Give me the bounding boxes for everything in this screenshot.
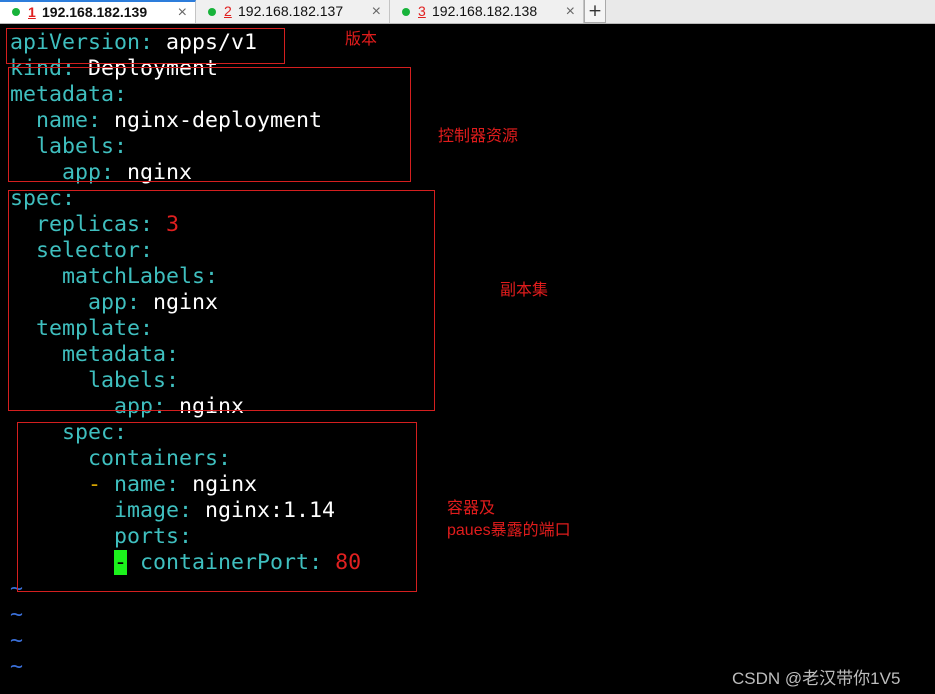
tab-session-1[interactable]: 1 192.168.182.139 ×	[0, 0, 196, 23]
tab-host: 192.168.182.138	[432, 3, 538, 19]
tab-host: 192.168.182.137	[238, 3, 344, 19]
version-highlight-box	[6, 28, 285, 64]
empty-line-marker: ~	[10, 602, 24, 627]
connected-status-icon	[12, 8, 20, 16]
new-tab-button[interactable]: +	[584, 0, 606, 23]
plus-icon: +	[587, 1, 603, 21]
empty-line-marker: ~	[10, 628, 24, 653]
tab-session-2[interactable]: 2 192.168.182.137 ×	[196, 0, 390, 23]
connected-status-icon	[208, 8, 216, 16]
annotation-controller: 控制器资源	[438, 128, 519, 145]
controller-highlight-box	[8, 67, 411, 182]
connected-status-icon	[402, 8, 410, 16]
close-tab-icon[interactable]: ×	[372, 0, 381, 23]
tab-session-3[interactable]: 3 192.168.182.138 ×	[390, 0, 584, 23]
tab-host: 192.168.182.139	[42, 4, 148, 20]
annotation-container-line1: 容器及	[447, 500, 496, 517]
close-tab-icon[interactable]: ×	[178, 2, 187, 23]
replicaset-highlight-box	[8, 190, 435, 411]
close-tab-icon[interactable]: ×	[566, 0, 575, 23]
annotation-replicaset: 副本集	[500, 282, 549, 299]
annotation-version: 版本	[345, 31, 378, 48]
tab-number: 1	[28, 4, 36, 20]
empty-line-marker: ~	[10, 654, 24, 679]
tab-bar: 1 192.168.182.139 × 2 192.168.182.137 × …	[0, 0, 935, 24]
annotation-container-line2: paues暴露的端口	[447, 522, 571, 539]
tab-number: 3	[418, 3, 426, 19]
container-highlight-box	[17, 422, 417, 592]
tab-number: 2	[224, 3, 232, 19]
watermark: CSDN @老汉带你1V5	[732, 669, 901, 688]
